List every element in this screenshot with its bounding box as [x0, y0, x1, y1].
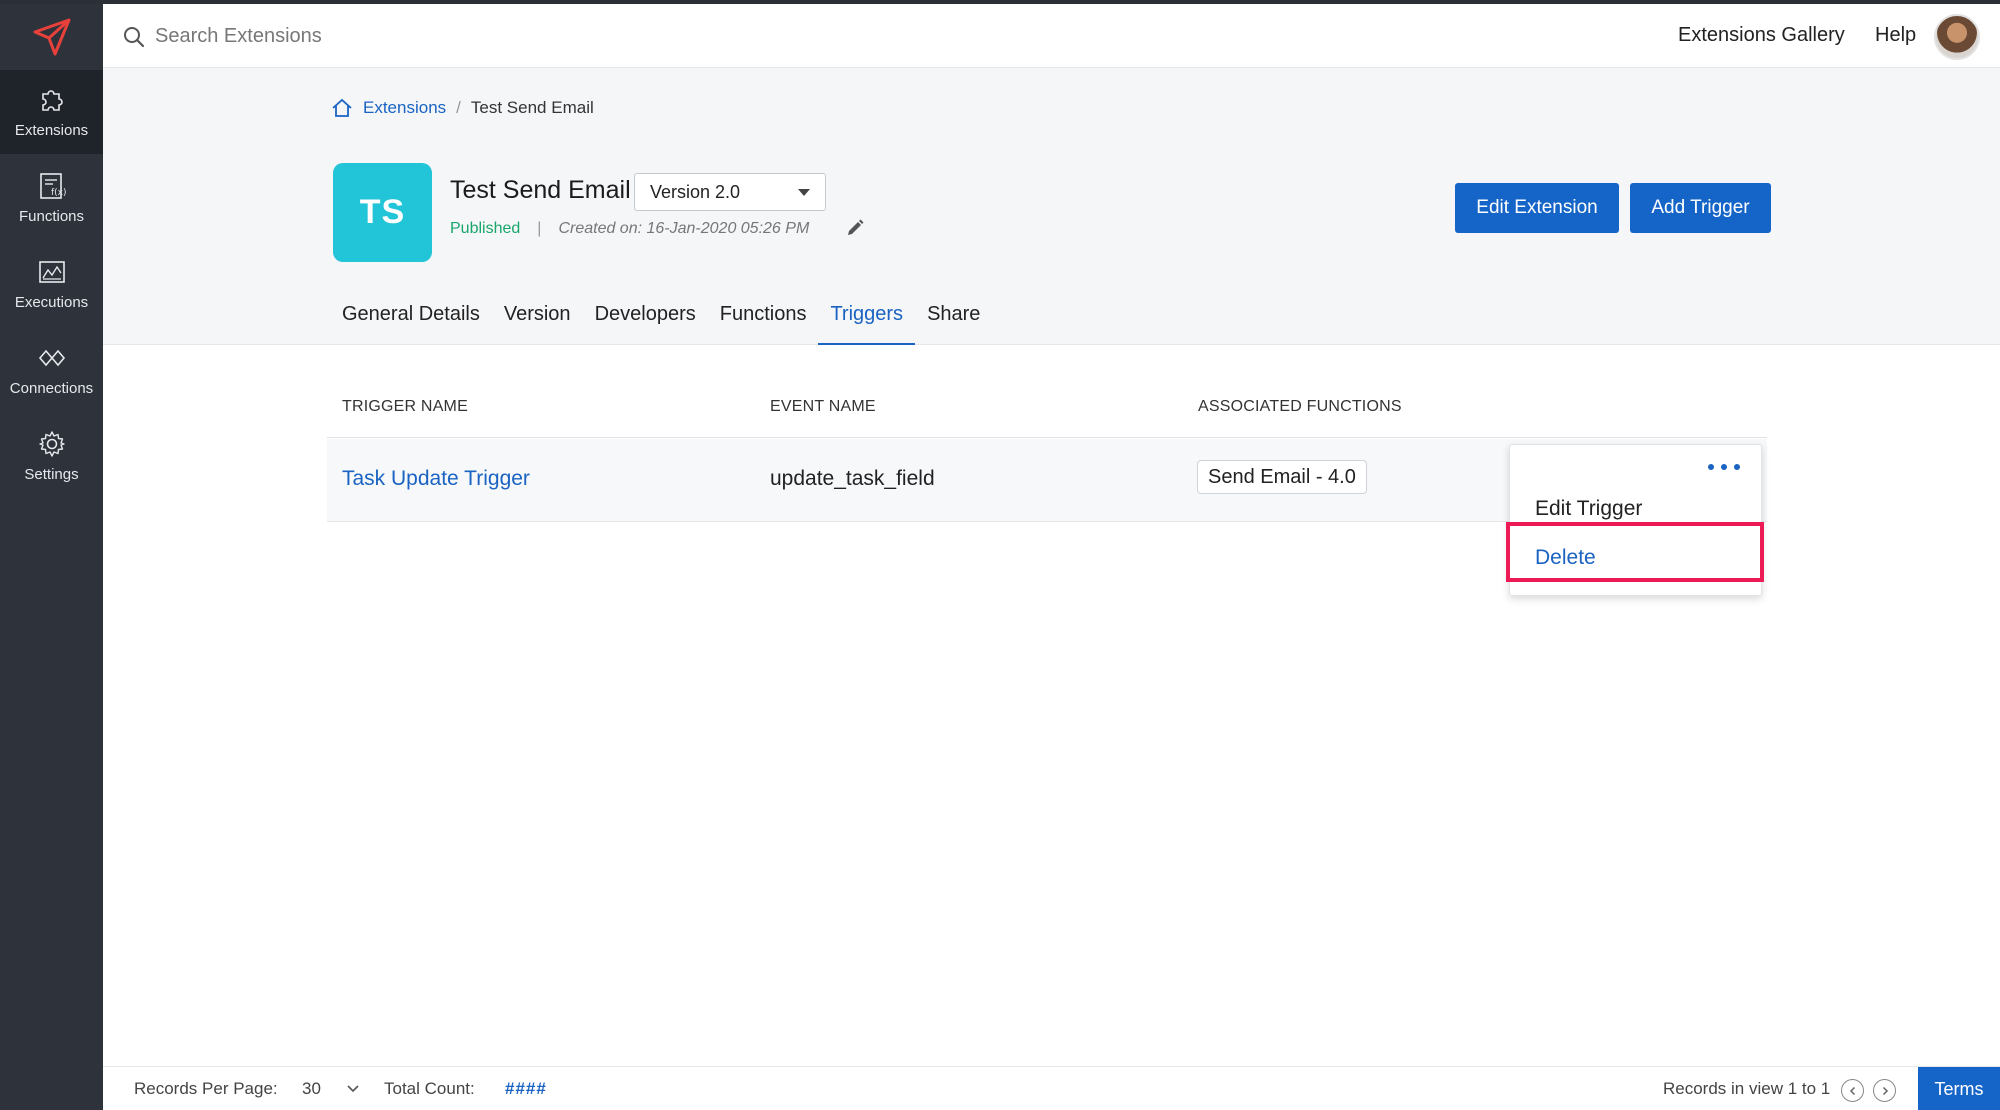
chevron-down-icon[interactable]	[346, 1084, 360, 1094]
chevron-right-icon	[1882, 1086, 1888, 1095]
extension-title: Test Send Email	[450, 176, 631, 204]
sidebar-item-label: Settings	[24, 466, 79, 483]
search-icon	[124, 27, 145, 48]
chart-icon	[38, 261, 65, 283]
top-header: Extensions Gallery Help	[103, 4, 2000, 68]
sidebar-item-label: Functions	[18, 208, 85, 225]
records-per-page-label: Records Per Page:	[134, 1079, 278, 1098]
column-header-associated-functions: ASSOCIATED FUNCTIONS	[1198, 398, 1402, 415]
delete-highlight-box	[1506, 522, 1764, 582]
version-select[interactable]: Version 2.0	[634, 173, 826, 211]
tab-bar: General Details Version Developers Funct…	[330, 290, 992, 345]
sidebar-item-label: Executions	[14, 294, 89, 311]
svg-text:f(x): f(x)	[51, 188, 67, 198]
add-trigger-button[interactable]: Add Trigger	[1630, 183, 1771, 233]
sidebar-item-settings[interactable]: Settings	[0, 414, 103, 498]
breadcrumb-separator: /	[456, 98, 461, 117]
breadcrumb: Extensions / Test Send Email	[331, 98, 594, 118]
extension-header: Extensions / Test Send Email TS Test Sen…	[103, 68, 2000, 345]
tab-version[interactable]: Version	[492, 290, 583, 345]
table-header: TRIGGER NAME EVENT NAME ASSOCIATED FUNCT…	[327, 388, 1767, 438]
gear-icon	[38, 431, 65, 457]
event-name-cell: update_task_field	[770, 467, 935, 490]
connections-icon	[38, 349, 65, 367]
sidebar-item-executions[interactable]: Executions	[0, 242, 103, 326]
search-input[interactable]	[155, 18, 755, 54]
terms-button[interactable]: Terms	[1918, 1067, 2000, 1110]
chevron-down-icon	[798, 188, 810, 196]
more-options-icon[interactable]	[1708, 459, 1740, 475]
records-in-view: Records in view 1 to 1	[1663, 1079, 1831, 1098]
sidebar-item-connections[interactable]: Connections	[0, 328, 103, 412]
sidebar-item-functions[interactable]: f(x) Functions	[0, 156, 103, 240]
created-date: Created on: 16-Jan-2020 05:26 PM	[558, 220, 810, 237]
tab-developers[interactable]: Developers	[583, 290, 708, 345]
user-avatar[interactable]	[1934, 14, 1980, 60]
pencil-icon[interactable]	[845, 218, 865, 238]
total-count-value: ####	[505, 1079, 547, 1098]
trigger-name-link[interactable]: Task Update Trigger	[342, 467, 530, 491]
breadcrumb-extensions-link[interactable]: Extensions	[363, 98, 446, 118]
status-badge: Published	[450, 220, 521, 237]
help-link[interactable]: Help	[1875, 24, 1916, 47]
version-select-value: Version 2.0	[650, 181, 741, 202]
sidebar: Extensions f(x) Functions Executions Con…	[0, 4, 103, 1110]
app-logo[interactable]	[0, 4, 103, 70]
pagination-footer: Records Per Page: 30 Total Count: #### R…	[103, 1066, 2000, 1110]
column-header-trigger-name: TRIGGER NAME	[342, 398, 468, 415]
tab-functions[interactable]: Functions	[708, 290, 819, 345]
next-page-button[interactable]	[1873, 1079, 1896, 1102]
breadcrumb-current: Test Send Email	[470, 98, 594, 117]
meta-separator: |	[537, 220, 542, 237]
previous-page-button[interactable]	[1841, 1079, 1864, 1102]
tab-share[interactable]: Share	[915, 290, 992, 345]
puzzle-icon	[41, 90, 63, 111]
sidebar-item-label: Connections	[9, 380, 94, 397]
extension-meta: Published | Created on: 16-Jan-2020 05:2…	[450, 220, 809, 238]
extension-avatar: TS	[333, 163, 432, 262]
associated-function-badge: Send Email - 4.0	[1197, 460, 1367, 494]
function-icon: f(x)	[39, 173, 67, 199]
sidebar-item-extensions[interactable]: Extensions	[0, 70, 103, 154]
column-header-event-name: EVENT NAME	[770, 398, 876, 415]
sidebar-item-label: Extensions	[14, 122, 89, 139]
extensions-gallery-link[interactable]: Extensions Gallery	[1678, 24, 1845, 47]
tab-triggers[interactable]: Triggers	[818, 290, 916, 345]
home-icon[interactable]	[331, 98, 353, 118]
chevron-left-icon	[1849, 1086, 1855, 1095]
total-count-label: Total Count:	[384, 1079, 475, 1098]
edit-extension-button[interactable]: Edit Extension	[1455, 183, 1619, 233]
records-per-page-value[interactable]: 30	[302, 1079, 321, 1099]
logo-icon	[33, 18, 70, 56]
tab-general-details[interactable]: General Details	[330, 290, 492, 345]
